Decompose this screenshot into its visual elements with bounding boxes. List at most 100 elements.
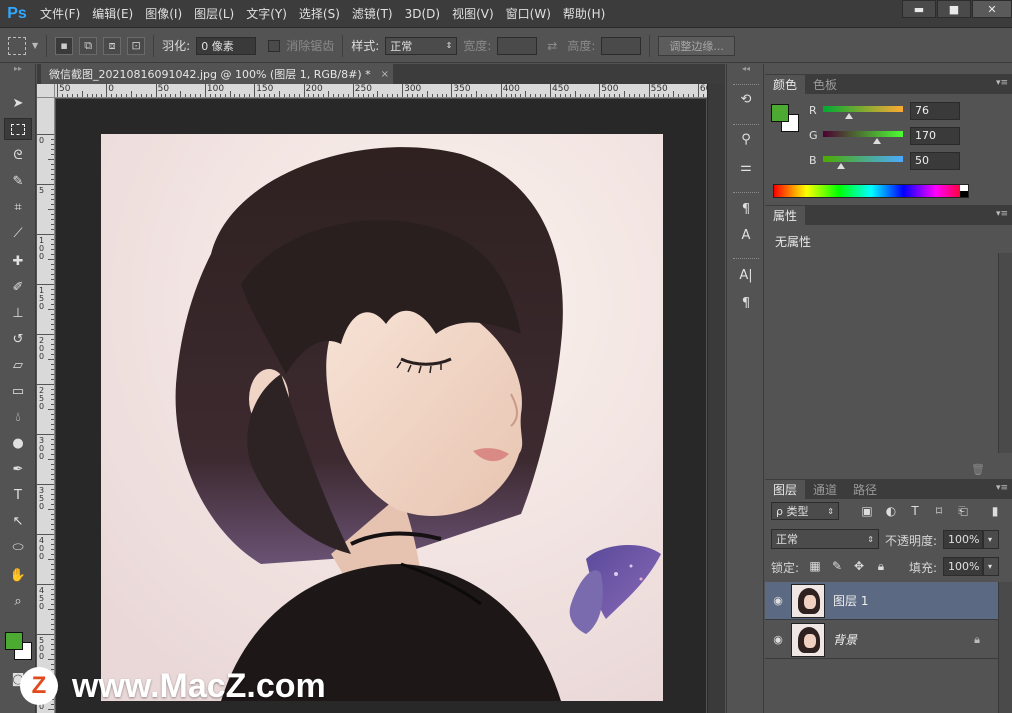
blur-tool-icon[interactable]: 💧︎ bbox=[4, 406, 32, 428]
panel-menu-icon[interactable]: ▾≡ bbox=[996, 483, 1008, 493]
properties-scrollbar[interactable] bbox=[998, 253, 1012, 453]
swap-dimensions-icon[interactable]: ⇄ bbox=[543, 39, 561, 53]
b-value-input[interactable]: 50 bbox=[910, 152, 960, 170]
history-panel-icon[interactable]: ⟲ bbox=[732, 88, 760, 110]
new-selection-icon[interactable]: ▪ bbox=[55, 36, 74, 55]
move-tool-icon[interactable]: ➤ bbox=[4, 92, 32, 114]
b-slider[interactable] bbox=[823, 156, 903, 162]
fill-dropdown-icon[interactable]: ▾ bbox=[983, 557, 999, 576]
document-tab[interactable]: 微信截图_20210816091042.jpg @ 100% (图层 1, RG… bbox=[41, 64, 393, 84]
brush-presets-icon[interactable]: ⚲ bbox=[732, 128, 760, 150]
eraser-tool-icon[interactable]: ▱ bbox=[4, 354, 32, 376]
panel-grip-icon[interactable]: ◂◂ bbox=[732, 65, 760, 73]
menu-edit[interactable]: 编辑(E) bbox=[86, 0, 139, 28]
layer-filter-select[interactable]: ρ 类型 ⇕ bbox=[771, 502, 839, 520]
tab-layers[interactable]: 图层 bbox=[765, 480, 806, 499]
filter-pixel-icon[interactable]: ▣ bbox=[859, 503, 875, 519]
crop-tool-icon[interactable]: ⌗ bbox=[4, 196, 32, 218]
filter-adjustment-icon[interactable]: ◐ bbox=[883, 503, 899, 519]
b-slider-thumb[interactable] bbox=[837, 163, 845, 169]
visibility-eye-icon[interactable]: ◉ bbox=[765, 594, 791, 607]
opacity-dropdown-icon[interactable]: ▾ bbox=[983, 530, 999, 549]
panel-menu-icon[interactable]: ▾≡ bbox=[996, 78, 1008, 88]
zoom-tool-icon[interactable]: ⌕ bbox=[4, 590, 32, 612]
canvas-area[interactable] bbox=[56, 99, 706, 713]
lock-position-icon[interactable]: ✥ bbox=[851, 558, 867, 574]
menu-3d[interactable]: 3D(D) bbox=[399, 0, 446, 28]
menu-layer[interactable]: 图层(L) bbox=[188, 0, 240, 28]
menu-window[interactable]: 窗口(W) bbox=[500, 0, 557, 28]
marquee-preset-icon[interactable] bbox=[8, 36, 26, 55]
g-slider-thumb[interactable] bbox=[873, 138, 881, 144]
r-value-input[interactable]: 76 bbox=[910, 102, 960, 120]
g-slider[interactable] bbox=[823, 131, 903, 137]
fill-input[interactable]: 100% bbox=[943, 557, 983, 576]
menu-file[interactable]: 文件(F) bbox=[34, 0, 86, 28]
antialias-checkbox[interactable] bbox=[268, 39, 281, 52]
black-white-picker[interactable] bbox=[960, 185, 968, 197]
blend-mode-select[interactable]: 正常 ⇕ bbox=[771, 529, 879, 549]
r-slider[interactable] bbox=[823, 106, 903, 112]
layer-name[interactable]: 背景 bbox=[833, 631, 857, 648]
layers-scrollbar[interactable] bbox=[998, 582, 1012, 713]
eyedropper-tool-icon[interactable]: ⟋ bbox=[4, 222, 32, 244]
vertical-ruler[interactable]: 05100150200250300350400450500550 bbox=[37, 98, 55, 713]
menu-help[interactable]: 帮助(H) bbox=[557, 0, 611, 28]
tab-channels[interactable]: 通道 bbox=[805, 480, 845, 499]
layer-row-layer1[interactable]: ◉ 图层 1 bbox=[765, 582, 998, 620]
height-input[interactable] bbox=[601, 36, 642, 55]
adjustments-icon[interactable]: ⚌ bbox=[732, 156, 760, 178]
foreground-color-swatch[interactable] bbox=[5, 632, 23, 650]
color-spectrum[interactable] bbox=[773, 184, 969, 198]
menu-filter[interactable]: 滤镜(T) bbox=[346, 0, 399, 28]
close-document-icon[interactable]: × bbox=[381, 69, 389, 80]
gradient-tool-icon[interactable]: ▭ bbox=[4, 380, 32, 402]
minimize-button[interactable]: ▬ bbox=[902, 0, 936, 18]
subtract-selection-icon[interactable]: ⧈ bbox=[103, 36, 122, 55]
intersect-selection-icon[interactable]: ⊡ bbox=[127, 36, 146, 55]
ruler-origin[interactable] bbox=[37, 84, 55, 98]
menu-view[interactable]: 视图(V) bbox=[446, 0, 500, 28]
panel-grip-icon[interactable]: ▸▸ bbox=[4, 65, 32, 73]
rectangular-marquee-tool-icon[interactable] bbox=[4, 118, 32, 140]
path-selection-tool-icon[interactable]: ↖ bbox=[4, 510, 32, 532]
quick-selection-tool-icon[interactable]: ✎ bbox=[4, 170, 32, 192]
filter-smart-object-icon[interactable]: ⎗ bbox=[955, 503, 971, 519]
g-value-input[interactable]: 170 bbox=[910, 127, 960, 145]
character-styles-icon[interactable]: A bbox=[732, 224, 760, 246]
opacity-input[interactable]: 100% bbox=[943, 530, 983, 549]
vertical-scrollbar[interactable] bbox=[707, 84, 725, 713]
preset-dropdown-icon[interactable]: ▼ bbox=[32, 41, 38, 50]
layer-name[interactable]: 图层 1 bbox=[833, 592, 868, 609]
style-select[interactable]: 正常 ⇕ bbox=[385, 36, 458, 55]
menu-type[interactable]: 文字(Y) bbox=[240, 0, 293, 28]
menu-select[interactable]: 选择(S) bbox=[293, 0, 346, 28]
filter-toggle-icon[interactable]: ▮ bbox=[987, 503, 1003, 519]
filter-shape-icon[interactable]: ⌑ bbox=[931, 503, 947, 519]
lock-pixels-icon[interactable]: ✎ bbox=[829, 558, 845, 574]
lasso-tool-icon[interactable]: ᘓ bbox=[4, 144, 32, 166]
add-selection-icon[interactable]: ⧉ bbox=[79, 36, 98, 55]
pen-tool-icon[interactable]: ✒ bbox=[4, 458, 32, 480]
history-brush-tool-icon[interactable]: ↺ bbox=[4, 328, 32, 350]
paragraph-panel-icon[interactable]: ¶ bbox=[732, 292, 760, 314]
trash-icon[interactable]: 🗑︎ bbox=[971, 463, 985, 476]
width-input[interactable] bbox=[497, 36, 538, 55]
lock-all-icon[interactable]: 🔒︎ bbox=[873, 558, 889, 574]
healing-brush-tool-icon[interactable]: ✚ bbox=[4, 250, 32, 272]
r-slider-thumb[interactable] bbox=[845, 113, 853, 119]
character-panel-icon[interactable]: A| bbox=[732, 264, 760, 286]
clone-stamp-tool-icon[interactable]: ⊥ bbox=[4, 302, 32, 324]
panel-menu-icon[interactable]: ▾≡ bbox=[996, 209, 1008, 219]
close-button[interactable]: ✕ bbox=[972, 0, 1012, 18]
ellipse-tool-icon[interactable]: ⬭ bbox=[4, 536, 32, 558]
tab-paths[interactable]: 路径 bbox=[845, 480, 885, 499]
type-tool-icon[interactable]: T bbox=[4, 484, 32, 506]
brush-tool-icon[interactable]: ✐ bbox=[4, 276, 32, 298]
filter-type-icon[interactable]: T bbox=[907, 503, 923, 519]
menu-image[interactable]: 图像(I) bbox=[139, 0, 188, 28]
refine-edge-button[interactable]: 调整边缘... bbox=[658, 35, 735, 56]
tab-properties[interactable]: 属性 bbox=[765, 206, 806, 225]
layer-row-background[interactable]: ◉ 背景 🔒︎ bbox=[765, 621, 998, 659]
foreground-color-swatch[interactable] bbox=[771, 104, 789, 122]
